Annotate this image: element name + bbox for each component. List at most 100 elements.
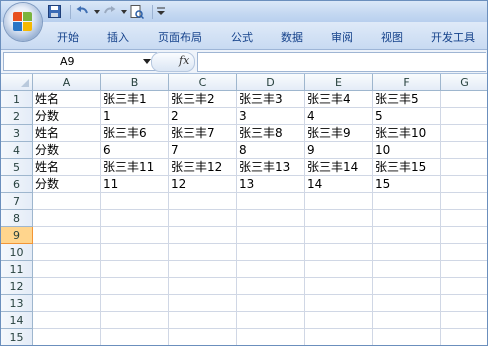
sheet-cell[interactable]: 1 [101,108,169,125]
sheet-cell[interactable] [101,312,169,329]
sheet-cell[interactable] [101,278,169,295]
sheet-cell[interactable] [441,125,487,142]
sheet-cell[interactable] [305,210,373,227]
tab-insert[interactable]: 插入 [107,29,129,45]
sheet-cell[interactable] [169,329,237,345]
sheet-cell[interactable] [237,227,305,244]
sheet-cell[interactable] [33,227,101,244]
sheet-cell[interactable] [169,227,237,244]
column-header[interactable]: C [169,74,237,91]
sheet-cell[interactable] [441,108,487,125]
sheet-cell[interactable] [441,142,487,159]
sheet-cell[interactable]: 15 [373,176,441,193]
sheet-cell[interactable] [101,295,169,312]
sheet-cell[interactable]: 张三丰10 [373,125,441,142]
sheet-cell[interactable] [33,193,101,210]
sheet-cell[interactable] [373,261,441,278]
sheet-cell[interactable]: 11 [101,176,169,193]
sheet-cell[interactable]: 4 [305,108,373,125]
sheet-cell[interactable]: 张三丰13 [237,159,305,176]
column-header[interactable]: B [101,74,169,91]
office-button[interactable] [4,3,42,41]
sheet-cell[interactable] [169,210,237,227]
sheet-cell[interactable] [237,312,305,329]
redo-dropdown-icon[interactable] [121,4,127,19]
sheet-cell[interactable]: 张三丰8 [237,125,305,142]
sheet-cell[interactable] [237,193,305,210]
sheet-cell[interactable] [373,329,441,345]
sheet-cell[interactable] [237,261,305,278]
sheet-cell[interactable] [33,261,101,278]
row-header[interactable]: 2 [1,108,33,125]
sheet-cell[interactable] [441,244,487,261]
row-header[interactable]: 15 [1,329,33,345]
sheet-cell[interactable]: 13 [237,176,305,193]
sheet-cell[interactable] [373,210,441,227]
tab-developer[interactable]: 开发工具 [431,29,475,45]
sheet-cell[interactable] [373,227,441,244]
sheet-cell[interactable]: 姓名 [33,125,101,142]
sheet-cell[interactable]: 张三丰4 [305,91,373,108]
sheet-cell[interactable]: 张三丰5 [373,91,441,108]
sheet-cell[interactable] [169,312,237,329]
undo-icon[interactable] [75,4,90,19]
sheet-cell[interactable] [169,295,237,312]
row-header[interactable]: 13 [1,295,33,312]
sheet-cell[interactable] [169,261,237,278]
sheet-cell[interactable] [169,193,237,210]
select-all-corner[interactable] [1,74,33,91]
print-preview-icon[interactable] [129,4,145,20]
sheet-cell[interactable] [305,244,373,261]
row-header[interactable]: 7 [1,193,33,210]
sheet-cell[interactable] [101,244,169,261]
sheet-cell[interactable]: 2 [169,108,237,125]
row-header[interactable]: 4 [1,142,33,159]
sheet-cell[interactable] [169,278,237,295]
sheet-cell[interactable] [441,176,487,193]
sheet-cell[interactable] [101,329,169,345]
sheet-cell[interactable] [169,244,237,261]
sheet-cell[interactable]: 张三丰6 [101,125,169,142]
row-header[interactable]: 10 [1,244,33,261]
sheet-cell[interactable] [237,244,305,261]
sheet-cell[interactable] [237,278,305,295]
sheet-cell[interactable]: 6 [101,142,169,159]
sheet-cell[interactable]: 张三丰14 [305,159,373,176]
sheet-cell[interactable]: 张三丰11 [101,159,169,176]
sheet-cell[interactable] [305,329,373,345]
save-icon[interactable] [47,4,62,19]
tab-page-layout[interactable]: 页面布局 [158,29,202,45]
undo-dropdown-icon[interactable] [94,4,100,19]
tab-data[interactable]: 数据 [281,29,303,45]
row-header[interactable]: 1 [1,91,33,108]
sheet-cell[interactable] [33,244,101,261]
row-header[interactable]: 3 [1,125,33,142]
sheet-cell[interactable] [441,91,487,108]
row-header[interactable]: 6 [1,176,33,193]
sheet-cell[interactable] [101,261,169,278]
formula-input[interactable] [197,52,486,72]
sheet-cell[interactable]: 张三丰3 [237,91,305,108]
sheet-cell[interactable] [101,193,169,210]
redo-icon[interactable] [102,4,117,19]
sheet-cell[interactable]: 3 [237,108,305,125]
sheet-cell[interactable]: 10 [373,142,441,159]
sheet-cell[interactable] [441,227,487,244]
sheet-cell[interactable]: 分数 [33,176,101,193]
sheet-cell[interactable] [305,295,373,312]
column-header[interactable]: E [305,74,373,91]
sheet-cell[interactable]: 分数 [33,108,101,125]
sheet-cell[interactable] [237,329,305,345]
sheet-cell[interactable] [33,210,101,227]
sheet-cell[interactable]: 姓名 [33,159,101,176]
sheet-cell[interactable]: 张三丰1 [101,91,169,108]
sheet-cell[interactable] [305,312,373,329]
sheet-cell[interactable] [441,329,487,345]
sheet-cell[interactable]: 12 [169,176,237,193]
sheet-cell[interactable] [33,329,101,345]
column-header[interactable]: G [441,74,487,91]
name-box[interactable]: A9 [3,52,157,71]
row-header[interactable]: 5 [1,159,33,176]
row-header[interactable]: 11 [1,261,33,278]
sheet-cell[interactable] [237,210,305,227]
